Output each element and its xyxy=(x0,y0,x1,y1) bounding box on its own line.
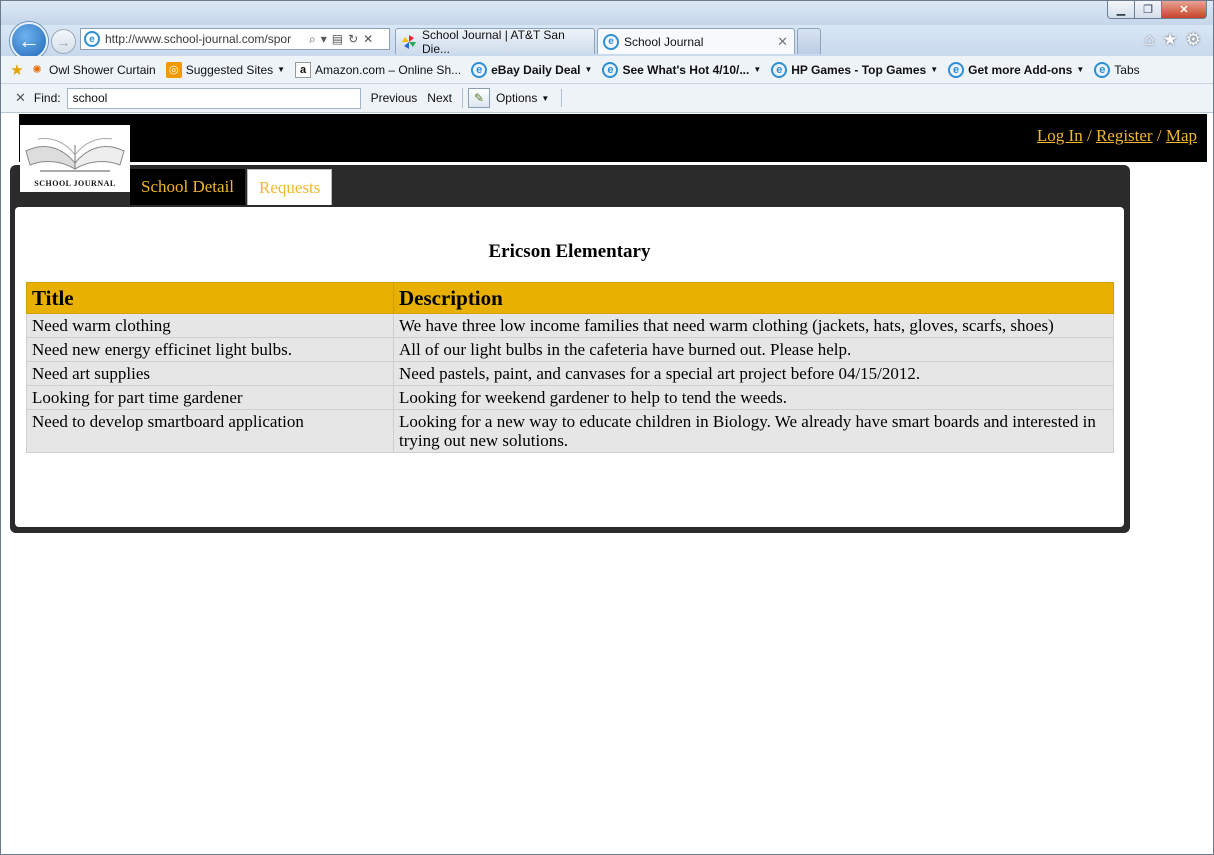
logo-text: SCHOOL JOURNAL xyxy=(34,179,116,188)
fav-ebay-daily-deal[interactable]: e eBay Daily Deal ▼ xyxy=(471,61,593,78)
table-row[interactable]: Need warm clothing We have three low inc… xyxy=(26,313,1114,338)
page-tabs: School Detail Requests xyxy=(130,169,333,205)
compat-view-icon[interactable]: ▤ xyxy=(332,32,343,47)
tab-school-detail[interactable]: School Detail xyxy=(130,169,246,205)
requests-table: Title Description Need warm clothing We … xyxy=(26,282,1114,453)
ie-page-icon: e xyxy=(471,61,488,78)
row-title: Need new energy efficinet light bulbs. xyxy=(26,337,394,362)
maximize-button[interactable]: ❐ xyxy=(1134,1,1162,19)
find-label: Find: xyxy=(33,91,61,105)
favorites-star-icon[interactable]: ★ xyxy=(1163,30,1178,50)
stop-icon[interactable]: ✕ xyxy=(363,32,373,47)
row-title: Need warm clothing xyxy=(26,313,394,338)
tab-requests[interactable]: Requests xyxy=(247,169,333,205)
row-title: Looking for part time gardener xyxy=(26,385,394,410)
ie-page-icon: e xyxy=(1094,61,1111,78)
chevron-down-icon: ▼ xyxy=(541,93,550,103)
amazon-icon: a xyxy=(295,61,312,78)
web-page: Log In / Register / Map SCHOOL JOURNAL S… xyxy=(9,114,1207,852)
ie-page-icon: e xyxy=(771,61,788,78)
table-row[interactable]: Need to develop smartboard application L… xyxy=(26,409,1114,453)
row-description: Looking for weekend gardener to help to … xyxy=(393,385,1114,410)
tab-label: School Journal | AT&T San Die... xyxy=(422,27,565,56)
minimize-button[interactable]: ▁ xyxy=(1107,1,1135,19)
browser-command-icons: ⌂ ★ ⚙ xyxy=(1144,30,1201,50)
window-controls: ▁ ❐ ✕ xyxy=(1107,1,1207,19)
content-panel: School Detail Requests Ericson Elementar… xyxy=(10,165,1130,533)
fav-tabs[interactable]: e Tabs xyxy=(1094,61,1140,78)
pinwheel-icon: ✺ xyxy=(32,64,42,76)
row-title: Need art supplies xyxy=(26,361,394,386)
close-tab-icon[interactable]: ✕ xyxy=(777,34,788,50)
title-bar: ▁ ❐ ✕ xyxy=(1,1,1213,25)
ie-page-icon: e xyxy=(603,33,619,50)
search-icon[interactable]: ⌕ xyxy=(309,32,316,47)
chevron-down-icon: ▼ xyxy=(1076,65,1085,74)
register-link[interactable]: Register xyxy=(1096,126,1153,145)
login-link[interactable]: Log In xyxy=(1037,126,1083,145)
home-icon[interactable]: ⌂ xyxy=(1144,30,1154,50)
forward-arrow-icon: → xyxy=(56,33,71,50)
tab-school-journal[interactable]: e School Journal ✕ xyxy=(597,28,795,54)
close-window-button[interactable]: ✕ xyxy=(1161,1,1207,19)
gear-icon[interactable]: ⚙ xyxy=(1186,30,1201,50)
table-header-row: Title Description xyxy=(26,282,1114,314)
site-logo[interactable]: SCHOOL JOURNAL xyxy=(20,125,130,192)
find-options-button[interactable]: ✎ Options ▼ xyxy=(461,88,550,108)
row-description: We have three low income families that n… xyxy=(393,313,1114,338)
refresh-icon[interactable]: ↻ xyxy=(348,32,358,47)
chevron-down-icon: ▼ xyxy=(753,65,762,74)
fav-see-whats-hot[interactable]: e See What's Hot 4/10/... ▼ xyxy=(602,61,762,78)
table-row[interactable]: Need new energy efficinet light bulbs. A… xyxy=(26,337,1114,362)
ie-page-icon: e xyxy=(948,61,965,78)
find-bar: ✕ Find: school Previous Next ✎ Options ▼ xyxy=(1,84,1213,113)
fav-get-more-addons[interactable]: e Get more Add-ons ▼ xyxy=(948,61,1085,78)
address-actions: ⌕ ▾ ▤ ↻ ✕ xyxy=(309,32,373,47)
address-text[interactable]: http://www.school-journal.com/spor xyxy=(105,32,305,46)
chevron-down-icon: ▼ xyxy=(277,65,286,74)
find-next-button[interactable]: Next xyxy=(427,91,452,105)
table-row[interactable]: Looking for part time gardener Looking f… xyxy=(26,385,1114,410)
favorites-add-icon[interactable]: ★ xyxy=(9,62,25,79)
chevron-down-icon: ▼ xyxy=(930,65,939,74)
row-description: Need pastels, paint, and canvases for a … xyxy=(393,361,1114,386)
highlight-pen-icon[interactable]: ✎ xyxy=(467,88,490,108)
fav-owl-shower-curtain[interactable]: ✺ Owl Shower Curtain xyxy=(29,62,155,78)
row-description: Looking for a new way to educate childre… xyxy=(393,409,1114,453)
open-book-icon xyxy=(25,138,125,172)
back-button[interactable]: ← xyxy=(10,22,48,60)
requests-content: Ericson Elementary Title Description Nee… xyxy=(15,207,1124,527)
ie-page-icon: e xyxy=(84,31,100,47)
chevron-down-icon: ▼ xyxy=(584,65,593,74)
ie-page-icon: e xyxy=(602,61,619,78)
header-title: Title xyxy=(26,282,394,314)
tab-label: School Journal xyxy=(624,34,704,49)
find-bar-divider xyxy=(561,89,563,107)
table-row[interactable]: Need art supplies Need pastels, paint, a… xyxy=(26,361,1114,386)
new-tab-button[interactable] xyxy=(797,28,821,54)
header-description: Description xyxy=(393,282,1114,314)
find-previous-button[interactable]: Previous xyxy=(371,91,418,105)
row-title: Need to develop smartboard application xyxy=(26,409,394,453)
dropdown-icon[interactable]: ▾ xyxy=(321,32,327,47)
favorites-bar: ★ ✺ Owl Shower Curtain ◎ Suggested Sites… xyxy=(1,56,1213,84)
row-description: All of our light bulbs in the cafeteria … xyxy=(393,337,1114,362)
browser-window: ▁ ❐ ✕ ← → e http://www.school-journal.co… xyxy=(0,0,1214,855)
fav-amazon[interactable]: a Amazon.com – Online Sh... xyxy=(295,61,461,78)
forward-button[interactable]: → xyxy=(51,29,76,54)
pinwheel-icon xyxy=(401,34,417,50)
address-bar[interactable]: e http://www.school-journal.com/spor ⌕ ▾… xyxy=(80,28,390,50)
fav-hp-games[interactable]: e HP Games - Top Games ▼ xyxy=(771,61,939,78)
auth-links: Log In / Register / Map xyxy=(1036,126,1197,145)
school-name: Ericson Elementary xyxy=(488,241,651,262)
close-find-icon[interactable]: ✕ xyxy=(15,90,26,106)
map-link[interactable]: Map xyxy=(1166,126,1197,145)
suggested-sites-icon: ◎ xyxy=(165,61,182,78)
find-input[interactable]: school xyxy=(66,87,361,109)
fav-suggested-sites[interactable]: ◎ Suggested Sites ▼ xyxy=(165,61,286,78)
back-arrow-icon: ← xyxy=(18,28,40,53)
site-header: Log In / Register / Map xyxy=(19,114,1207,162)
tab-att-school-journal[interactable]: School Journal | AT&T San Die... xyxy=(395,27,595,56)
